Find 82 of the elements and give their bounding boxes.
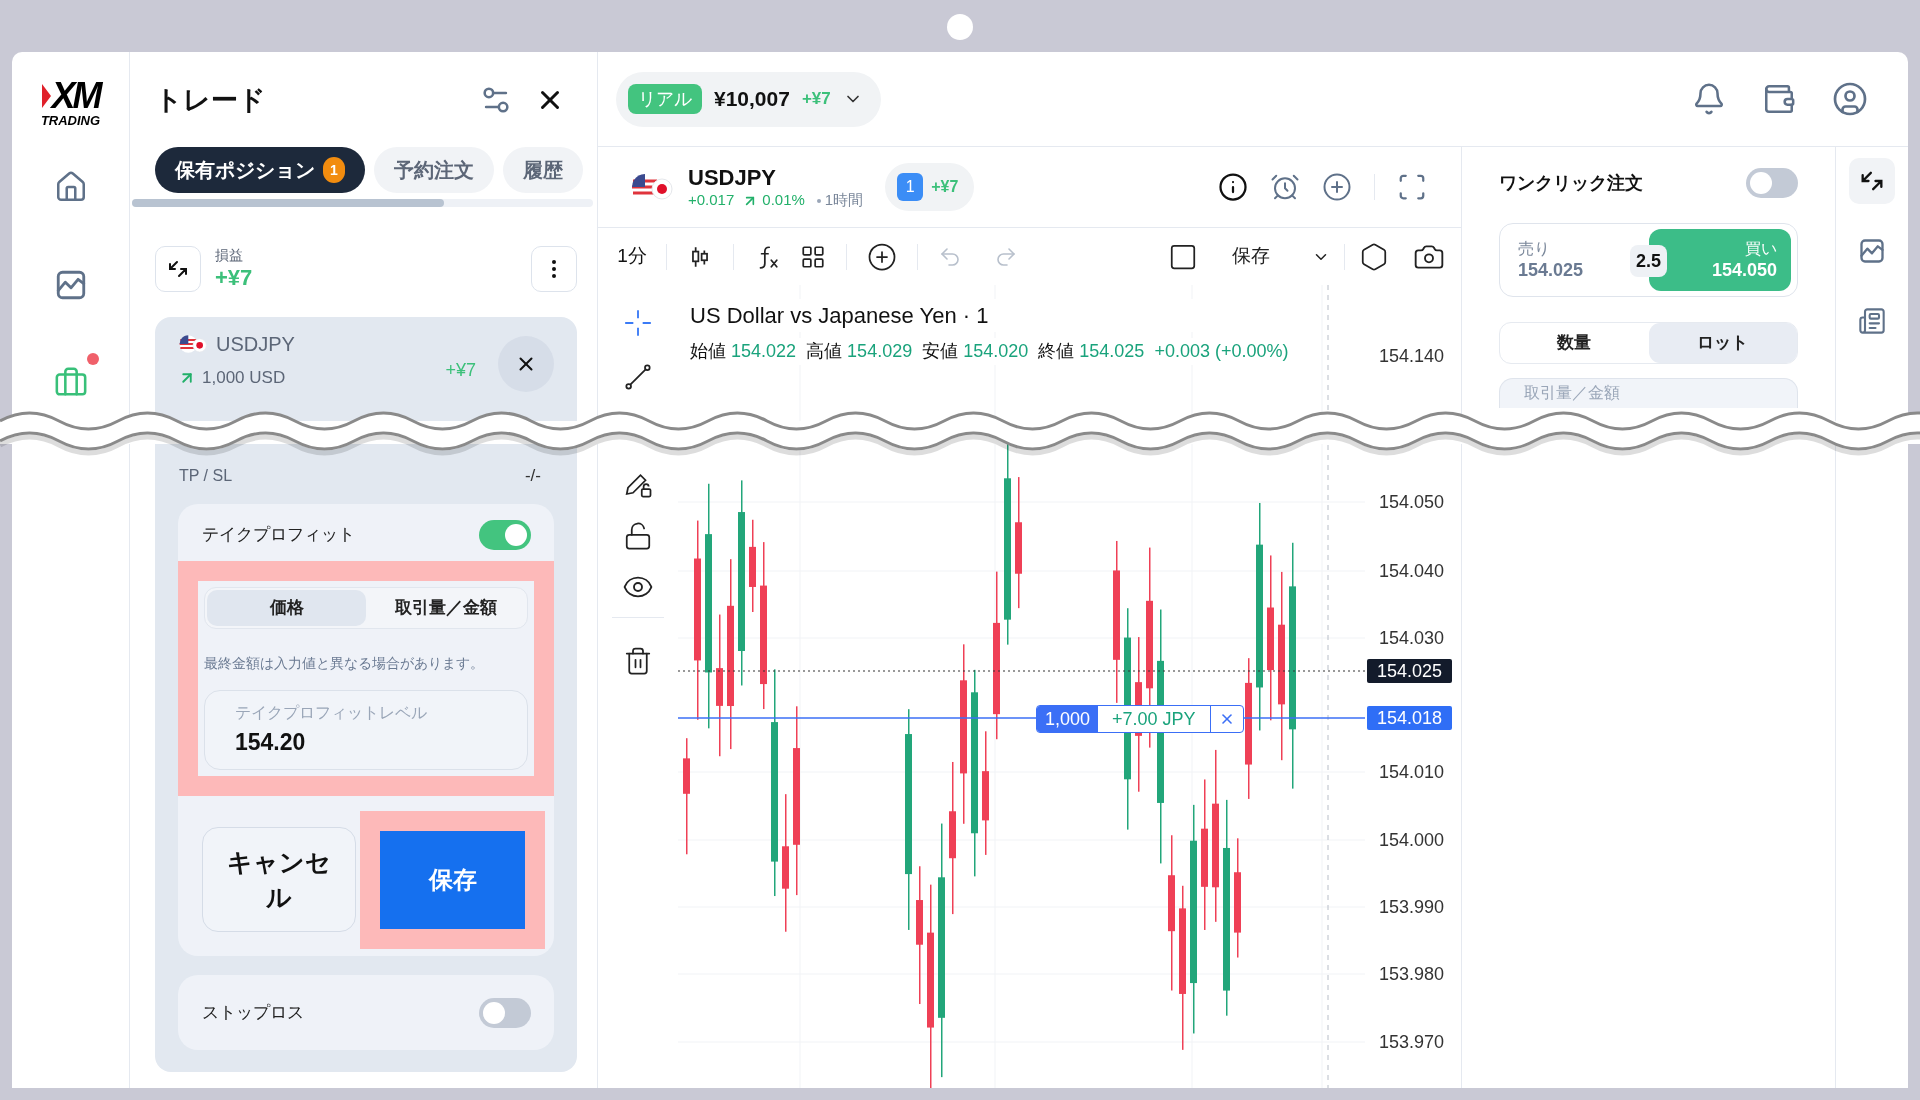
position-price-badge: 154.018 (1367, 706, 1453, 730)
price-axis-label: 154.010 (1379, 761, 1445, 784)
cancel-button[interactable]: キャンセル (202, 827, 356, 932)
position-amount: 1,000 USD (202, 367, 286, 389)
trend-line-icon[interactable] (624, 363, 652, 391)
crosshair-icon[interactable] (624, 309, 652, 337)
unit-option[interactable]: ロット (1648, 323, 1797, 363)
unit-option[interactable]: 数量 (1500, 323, 1649, 363)
take-profit-toggle[interactable] (479, 519, 531, 550)
pnl-label: 損益 (215, 246, 244, 264)
fullscreen-icon[interactable] (1397, 172, 1427, 202)
save-layout-button[interactable]: 保存 (1232, 242, 1270, 271)
tab[interactable]: 保有ポジション 1 (155, 147, 365, 193)
flag-pair-icon (630, 172, 674, 202)
timeframe: 1時間 (824, 191, 864, 211)
balance-change: +¥7 (801, 88, 831, 111)
price-axis-label: 154.140 (1379, 345, 1445, 368)
layout-grid-icon[interactable] (800, 243, 826, 270)
price-axis-label: 154.050 (1379, 491, 1445, 514)
save-button[interactable]: 保存 (380, 831, 525, 929)
sell-price: 154.025 (1518, 258, 1584, 282)
position-quantity: 1,000 (1037, 706, 1099, 732)
take-profit-level-field[interactable]: テイクプロフィットレベル 154.20 (204, 690, 528, 770)
tp-sl-value: -/- (524, 465, 542, 488)
account-type-badge: リアル (628, 84, 702, 114)
position-label[interactable]: 1,000 +7.00 JPY (1036, 705, 1244, 733)
unlock-icon[interactable] (623, 521, 653, 551)
count-badge: 1 (323, 157, 345, 183)
tab[interactable]: 履歴 (503, 147, 583, 193)
flag-pair-icon (178, 334, 208, 354)
account-selector[interactable]: リアル ¥10,007 +¥7 (616, 71, 881, 127)
tab[interactable]: 予約注文 (374, 147, 494, 193)
ohlc-value: 安値 154.020 (922, 340, 1029, 363)
interval-button[interactable]: 1分 (612, 242, 652, 271)
note-text: 最終金額は入力値と異なる場合があります。 (204, 654, 485, 673)
price-change: +0.017 (688, 191, 735, 211)
positions-pnl: +¥7 (931, 177, 959, 197)
position-count-badge: 1 (897, 173, 924, 201)
stop-loss-toggle[interactable] (479, 997, 531, 1028)
news-icon (1858, 307, 1886, 335)
rail-button[interactable] (1849, 158, 1895, 204)
swap-button[interactable] (155, 246, 201, 292)
price-axis-label: 153.970 (1379, 1031, 1445, 1054)
mode-option[interactable]: 取引量／金額 (366, 590, 525, 626)
symbol: USDJPY (688, 163, 778, 192)
one-click-label: ワンクリック注文 (1499, 171, 1643, 195)
alarm-clock-icon[interactable] (1270, 172, 1300, 202)
position-pnl: +¥7 (445, 359, 476, 382)
delete-icon[interactable] (623, 646, 653, 676)
panel-title: トレード (155, 83, 266, 117)
chart-icon[interactable] (1858, 237, 1886, 265)
last-price-badge: 154.025 (1367, 659, 1453, 683)
take-profit-label: テイクプロフィット (202, 523, 355, 546)
position-profit: +7.00 JPY (1098, 706, 1211, 732)
user-icon[interactable] (1832, 81, 1868, 117)
spread-badge: 2.5 (1630, 245, 1668, 277)
pnl-value: +¥7 (215, 264, 253, 292)
wallet-icon[interactable] (1762, 82, 1796, 116)
price-axis-label: 154.040 (1379, 560, 1445, 583)
notifications-icon[interactable] (1692, 82, 1726, 116)
one-click-toggle[interactable] (1746, 168, 1798, 198)
balance: ¥10,007 (714, 86, 790, 113)
price-axis-label: 154.000 (1379, 829, 1445, 852)
add-indicator-icon[interactable] (867, 241, 897, 272)
stop-loss-label: ストップロス (202, 1001, 304, 1024)
ohlc-value: 終値 154.025 (1038, 340, 1145, 363)
ohlc-value: 始値 154.022 (690, 340, 797, 363)
more-icon (552, 260, 556, 278)
ohlc-value: 高値 154.029 (806, 340, 913, 363)
mode-option[interactable]: 価格 (207, 590, 366, 626)
info-icon[interactable] (1218, 172, 1248, 202)
percent-change: 0.01% (762, 191, 805, 211)
price-axis-label: 154.030 (1379, 627, 1445, 650)
price-axis-label: 153.980 (1379, 963, 1445, 986)
symbol: USDJPY (216, 332, 295, 357)
sell-label: 売り (1518, 238, 1551, 259)
xm-trading-logo: XM TRADING (40, 78, 101, 127)
scrollbar-thumb[interactable] (132, 199, 444, 207)
tp-sl-label: TP / SL (179, 466, 233, 486)
add-icon[interactable] (1322, 172, 1352, 202)
price-axis-label: 153.990 (1379, 896, 1445, 919)
change-value: +0.003 (+0.00%) (1154, 340, 1289, 363)
